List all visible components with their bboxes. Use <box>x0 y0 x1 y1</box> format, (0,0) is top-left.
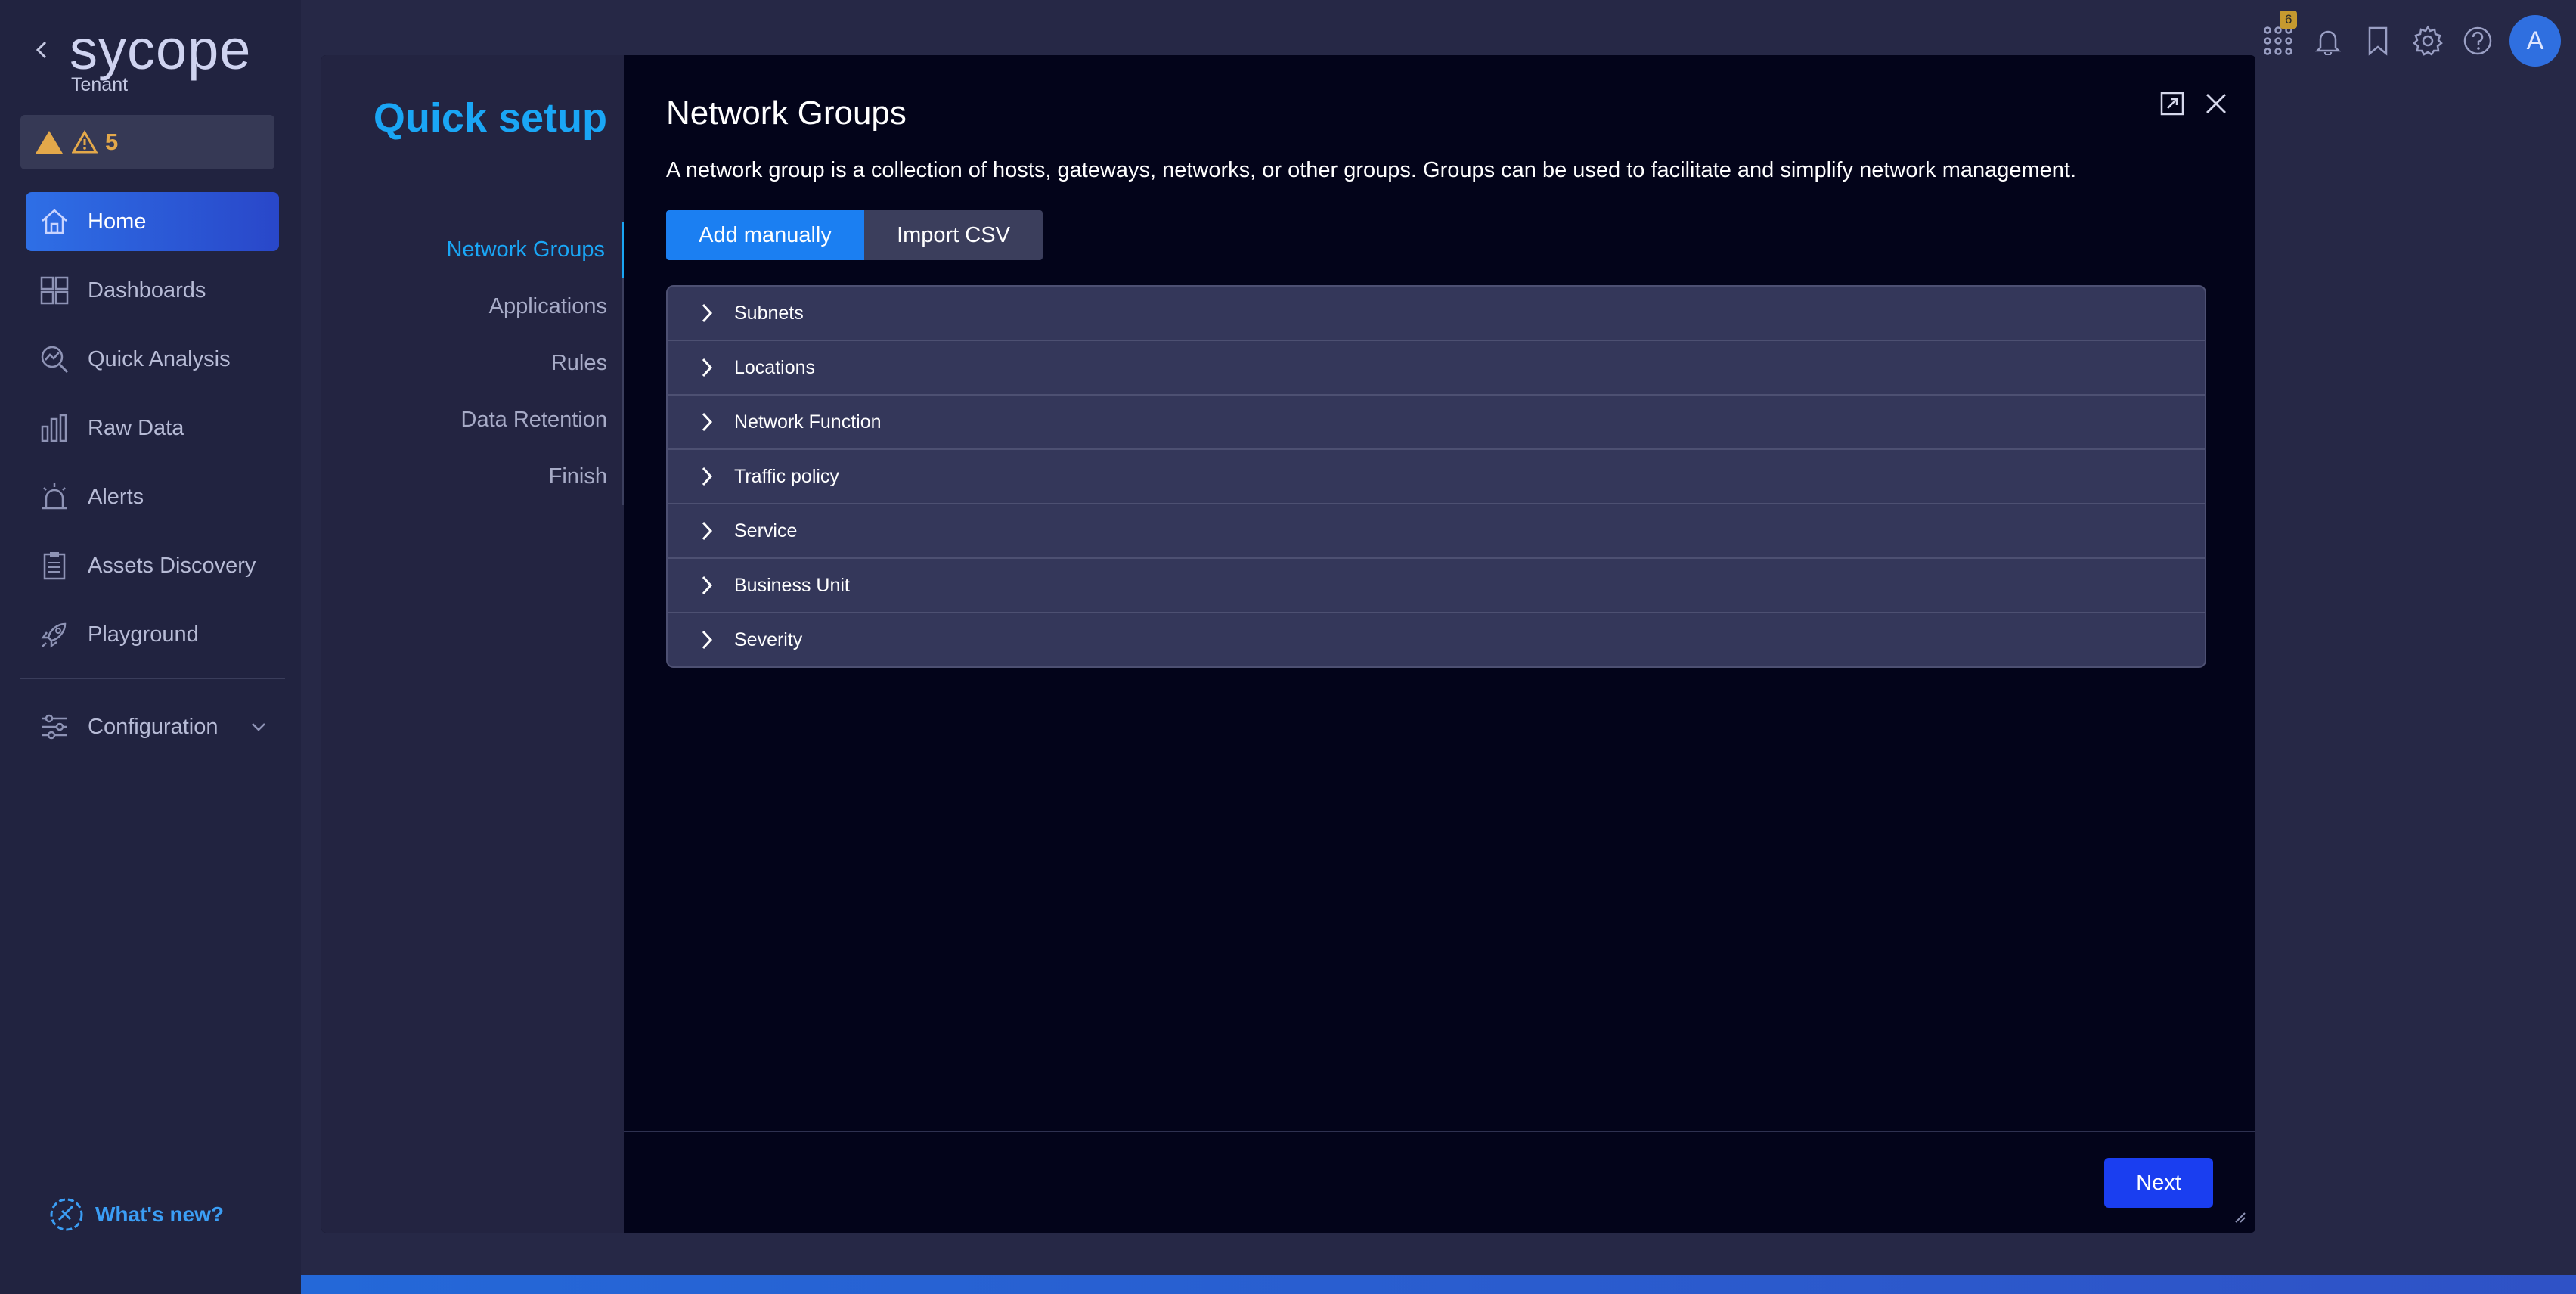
logo-text: sycope <box>70 18 252 81</box>
sidebar-item-label: Home <box>88 209 147 234</box>
dialog-footer-divider <box>624 1131 2255 1132</box>
accordion-item-business-unit[interactable]: Business Unit <box>668 559 2205 613</box>
chevron-right-icon <box>702 467 713 486</box>
sidebar-item-label: Raw Data <box>88 415 184 440</box>
sidebar-item-alerts[interactable]: Alerts <box>26 467 279 526</box>
notification-badge: 6 <box>2280 11 2298 29</box>
apps-grid-icon[interactable]: 6 <box>2260 11 2298 59</box>
sidebar-item-dashboards[interactable]: Dashboards <box>26 261 279 320</box>
accordion-item-label: Service <box>734 520 798 541</box>
tenant-label: Tenant <box>71 74 129 95</box>
chevron-down-icon <box>252 723 265 731</box>
chevron-right-icon <box>702 412 713 432</box>
accordion-item-label: Traffic policy <box>734 465 839 487</box>
network-groups-accordion: Subnets Locations Network Function Traff… <box>666 285 2206 668</box>
gear-icon[interactable] <box>2410 23 2446 59</box>
step-applications[interactable]: Applications <box>321 278 624 335</box>
chevron-right-icon <box>702 630 713 650</box>
alert-summary[interactable]: 5 <box>20 115 274 169</box>
dialog-content: Network Groups A network group is a coll… <box>624 55 2255 1233</box>
step-rules[interactable]: Rules <box>321 335 624 392</box>
warning-icon <box>36 131 63 154</box>
sidebar-divider <box>20 678 285 679</box>
add-manually-button[interactable]: Add manually <box>666 210 864 260</box>
sidebar-item-configuration[interactable]: Configuration <box>26 697 279 756</box>
sidebar-item-label: Playground <box>88 622 199 647</box>
accordion-item-subnets[interactable]: Subnets <box>668 287 2205 341</box>
sidebar-nav: Home Dashboards Quick Analysis Raw Data … <box>26 192 279 674</box>
quick-setup-dialog: Quick setup Network Groups Applications … <box>321 55 2255 1233</box>
help-icon[interactable] <box>2460 23 2496 59</box>
accordion-item-locations[interactable]: Locations <box>668 341 2205 396</box>
sidebar: sycope Tenant 5 Home Dashboards Quick An… <box>0 0 301 1294</box>
whats-new-icon <box>50 1198 83 1231</box>
accordion-item-label: Severity <box>734 628 803 650</box>
sidebar-item-raw-data[interactable]: Raw Data <box>26 399 279 458</box>
back-chevron-icon[interactable] <box>32 38 51 62</box>
step-data-retention[interactable]: Data Retention <box>321 392 624 448</box>
warning-outline-icon <box>72 130 98 154</box>
chevron-right-icon <box>702 358 713 377</box>
accordion-item-label: Business Unit <box>734 574 850 596</box>
setup-steps-panel: Quick setup Network Groups Applications … <box>321 55 624 1233</box>
bottom-progress-strip <box>301 1275 2576 1294</box>
alert-count: 5 <box>105 129 119 155</box>
raw-data-icon <box>36 410 73 446</box>
topbar: 6 A <box>2260 11 2561 67</box>
chevron-right-icon <box>702 521 713 541</box>
accordion-item-label: Subnets <box>734 302 804 324</box>
step-network-groups[interactable]: Network Groups <box>321 222 624 278</box>
import-csv-button[interactable]: Import CSV <box>864 210 1043 260</box>
expand-icon[interactable] <box>2159 90 2186 117</box>
accordion-item-label: Locations <box>734 356 816 378</box>
sidebar-item-label: Assets Discovery <box>88 553 256 578</box>
quick-setup-title: Quick setup <box>373 95 607 141</box>
sidebar-item-playground[interactable]: Playground <box>26 605 279 664</box>
close-icon[interactable] <box>2202 90 2230 117</box>
logo: sycope <box>70 18 252 81</box>
resize-grip-icon[interactable] <box>2233 1210 2246 1224</box>
dashboards-icon <box>36 272 73 309</box>
accordion-item-traffic-policy[interactable]: Traffic policy <box>668 450 2205 504</box>
rocket-icon <box>36 616 73 653</box>
setup-steps: Network Groups Applications Rules Data R… <box>321 222 624 505</box>
whats-new-link[interactable]: What's new? <box>47 1195 224 1234</box>
whats-new-label: What's new? <box>95 1202 224 1226</box>
configuration-label: Configuration <box>88 714 219 739</box>
step-finish[interactable]: Finish <box>321 448 624 505</box>
sidebar-item-quick-analysis[interactable]: Quick Analysis <box>26 330 279 389</box>
sliders-icon <box>36 709 73 745</box>
home-icon <box>36 203 73 240</box>
accordion-item-service[interactable]: Service <box>668 504 2205 559</box>
dialog-title: Network Groups <box>666 95 907 132</box>
chevron-right-icon <box>702 576 713 595</box>
bell-icon[interactable] <box>2310 23 2346 59</box>
sidebar-item-home[interactable]: Home <box>26 192 279 251</box>
next-button[interactable]: Next <box>2104 1158 2213 1208</box>
accordion-item-network-function[interactable]: Network Function <box>668 396 2205 450</box>
chevron-right-icon <box>702 303 713 323</box>
bookmark-icon[interactable] <box>2360 23 2396 59</box>
alarm-icon <box>36 479 73 515</box>
avatar[interactable]: A <box>2509 15 2561 67</box>
accordion-item-severity[interactable]: Severity <box>668 613 2205 666</box>
mode-toggle: Add manually Import CSV <box>666 210 1043 260</box>
clipboard-icon <box>36 548 73 584</box>
quick-analysis-icon <box>36 341 73 377</box>
sidebar-item-label: Dashboards <box>88 278 206 303</box>
sidebar-item-label: Alerts <box>88 484 144 509</box>
sidebar-item-label: Quick Analysis <box>88 346 231 371</box>
dialog-description: A network group is a collection of hosts… <box>666 158 2077 182</box>
accordion-item-label: Network Function <box>734 411 882 433</box>
sidebar-item-assets-discovery[interactable]: Assets Discovery <box>26 536 279 595</box>
